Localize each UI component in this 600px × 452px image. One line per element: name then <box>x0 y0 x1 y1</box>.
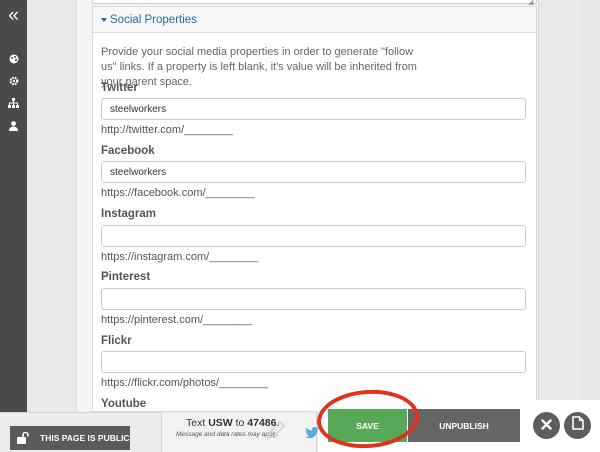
flickr-label: Flickr <box>101 335 132 347</box>
left-sidebar: « <box>0 0 27 452</box>
palette-icon[interactable] <box>0 52 27 66</box>
instagram-label: Instagram <box>101 208 156 220</box>
twitter-hint: http://twitter.com/________ <box>101 124 234 136</box>
caret-down-icon <box>101 18 107 22</box>
right-gutter <box>582 0 600 452</box>
collapse-icon[interactable]: « <box>0 4 27 26</box>
unlock-icon <box>14 430 34 446</box>
pinterest-hint: https://pinterest.com/________ <box>101 314 253 326</box>
document-icon <box>571 416 584 435</box>
save-button[interactable]: SAVE <box>328 409 407 442</box>
page-public-label: THIS PAGE IS PUBLIC <box>40 433 130 443</box>
sitemap-icon[interactable] <box>0 96 27 110</box>
previous-textarea[interactable] <box>92 0 537 4</box>
sms-disclaimer: Message and data rates may apply. <box>176 431 279 438</box>
user-icon[interactable] <box>0 119 27 133</box>
flickr-hint: https://flickr.com/photos/________ <box>101 377 268 389</box>
gear-icon[interactable] <box>0 74 27 88</box>
flickr-input[interactable] <box>101 351 526 373</box>
facebook-input[interactable] <box>101 161 526 183</box>
close-button[interactable] <box>533 412 560 439</box>
resize-grip-icon[interactable]: ◢ <box>528 0 536 6</box>
instagram-hint: https://instagram.com/________ <box>101 251 259 263</box>
twitter-bird-icon[interactable] <box>305 425 319 443</box>
instagram-input[interactable] <box>101 225 526 247</box>
section-description: Provide your social media properties in … <box>101 46 417 88</box>
pencil-icon[interactable] <box>265 419 287 446</box>
section-title: Social Properties <box>110 13 197 26</box>
sms-code: USW <box>208 417 233 429</box>
twitter-label: Twitter <box>101 82 138 94</box>
page-public-toggle[interactable]: THIS PAGE IS PUBLIC <box>10 426 130 450</box>
pinterest-label: Pinterest <box>101 271 151 283</box>
facebook-label: Facebook <box>101 145 155 157</box>
youtube-label: Youtube <box>101 398 147 410</box>
page-button[interactable] <box>564 412 591 439</box>
unpublish-button[interactable]: UNPUBLISH <box>408 409 520 442</box>
sms-middle: to <box>232 417 248 429</box>
sms-prefix: Text <box>186 417 209 429</box>
pinterest-input[interactable] <box>101 288 526 310</box>
social-properties-header[interactable]: Social Properties <box>92 6 537 33</box>
close-icon <box>541 417 552 435</box>
twitter-input[interactable] <box>101 98 526 120</box>
facebook-hint: https://facebook.com/________ <box>101 187 255 199</box>
